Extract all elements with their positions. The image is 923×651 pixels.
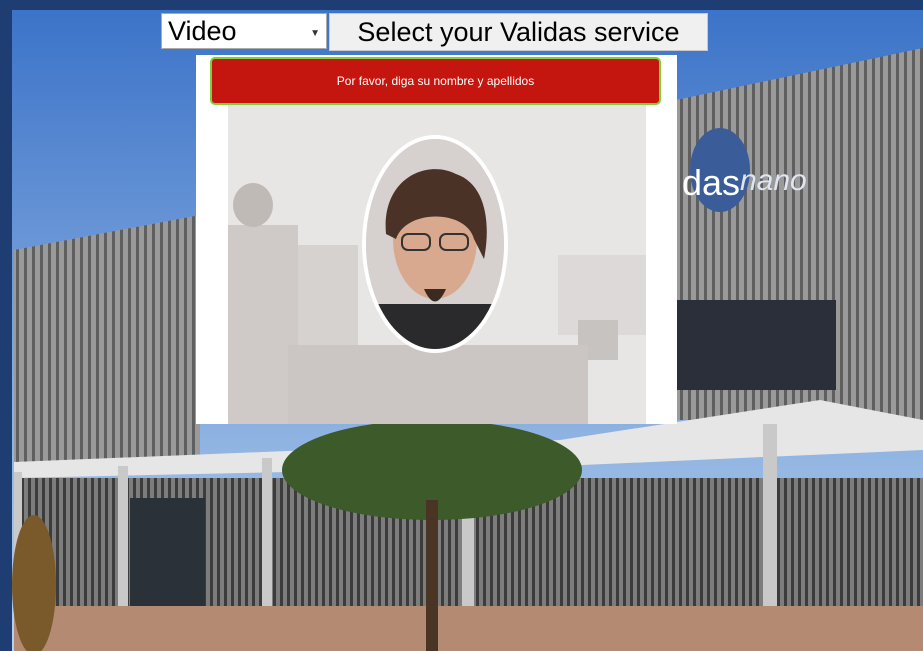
- user-face-image: [366, 139, 504, 349]
- verification-panel: Por favor, diga su nombre y apellidos: [196, 55, 677, 424]
- frame-left-border: [0, 0, 12, 651]
- frame-top-border: [0, 0, 923, 10]
- instruction-banner: Por favor, diga su nombre y apellidos: [210, 57, 661, 105]
- building-sign-text: das: [682, 162, 740, 203]
- face-guide-oval: [362, 135, 508, 353]
- mode-select-value: Video: [168, 15, 237, 46]
- instruction-text: Por favor, diga su nombre y apellidos: [336, 74, 535, 88]
- camera-feed: [228, 105, 646, 424]
- svg-text:nano: nano: [740, 164, 807, 197]
- mode-select[interactable]: Video ▼: [161, 13, 327, 49]
- select-service-button[interactable]: Select your Validas service: [329, 13, 708, 51]
- chevron-down-icon: ▼: [310, 28, 320, 39]
